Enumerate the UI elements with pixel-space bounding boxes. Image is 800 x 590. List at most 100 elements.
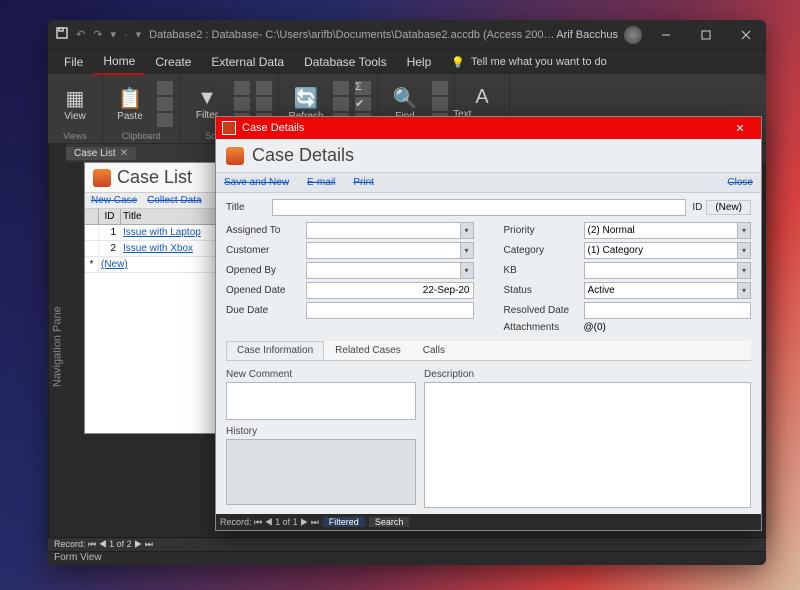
attachments-value[interactable]: @(0) bbox=[584, 322, 752, 333]
advanced-filter-icon[interactable] bbox=[256, 97, 272, 111]
qat-sep: · bbox=[124, 29, 128, 41]
details-titlebar: Case Details ✕ bbox=[216, 117, 761, 139]
collect-data-link[interactable]: Collect Data bbox=[147, 195, 201, 206]
col-id[interactable]: ID bbox=[99, 209, 121, 224]
details-statusbar: Record: ⏮ ◀ 1 of 1 ▶ ⏭ Filtered Search bbox=[216, 514, 761, 530]
category-combo[interactable]: ▾ bbox=[584, 242, 752, 259]
chevron-down-icon[interactable]: ▾ bbox=[737, 262, 751, 279]
replace-icon[interactable] bbox=[432, 81, 448, 95]
tab-external-data[interactable]: External Data bbox=[201, 50, 294, 74]
resolved-date-label: Resolved Date bbox=[504, 305, 578, 316]
filtered-chip[interactable]: Filtered bbox=[323, 517, 365, 527]
attachments-label: Attachments bbox=[504, 322, 578, 333]
access-icon bbox=[222, 121, 236, 135]
close-button[interactable] bbox=[726, 20, 766, 50]
status-label: Status bbox=[504, 285, 578, 296]
tab-case-information[interactable]: Case Information bbox=[226, 341, 324, 360]
sort-asc-icon[interactable] bbox=[234, 81, 250, 95]
qat-overflow-icon[interactable]: ▾ bbox=[136, 28, 142, 41]
form-logo-icon bbox=[93, 169, 111, 187]
resolved-date-input[interactable] bbox=[584, 302, 752, 319]
spelling-icon[interactable]: ✔ bbox=[355, 97, 371, 111]
chevron-down-icon[interactable]: ▾ bbox=[737, 222, 751, 239]
cut-icon[interactable] bbox=[157, 81, 173, 95]
paste-button[interactable]: 📋Paste bbox=[109, 79, 151, 129]
description-input[interactable] bbox=[424, 382, 751, 508]
description-label: Description bbox=[424, 369, 751, 380]
navigation-pane-toggle[interactable]: Navigation Pane bbox=[48, 144, 66, 549]
email-link[interactable]: E-mail bbox=[307, 177, 335, 188]
tab-database-tools[interactable]: Database Tools bbox=[294, 50, 397, 74]
undo-icon[interactable]: ↶ bbox=[76, 28, 85, 41]
view-button[interactable]: ▦View bbox=[54, 79, 96, 129]
sort-desc-icon[interactable] bbox=[234, 97, 250, 111]
title-input[interactable] bbox=[272, 199, 686, 216]
customer-label: Customer bbox=[226, 245, 300, 256]
format-painter-icon[interactable] bbox=[157, 113, 173, 127]
tab-calls[interactable]: Calls bbox=[412, 341, 456, 360]
case-list-title: Case List bbox=[117, 167, 192, 188]
status-combo[interactable]: ▾ bbox=[584, 282, 752, 299]
assigned-to-label: Assigned To bbox=[226, 225, 300, 236]
maximize-button[interactable] bbox=[686, 20, 726, 50]
toggle-filter-icon[interactable] bbox=[256, 81, 272, 95]
title-label: Title bbox=[226, 202, 266, 213]
totals-icon[interactable]: Σ bbox=[355, 81, 371, 95]
qat-more-icon[interactable]: ▾ bbox=[110, 28, 116, 41]
close-form-link[interactable]: Close bbox=[727, 177, 753, 188]
details-toolbar: Save and New E-mail Print Close bbox=[216, 173, 761, 193]
redo-icon[interactable]: ↷ bbox=[93, 28, 102, 41]
status-text: Form View bbox=[48, 552, 766, 563]
user-info[interactable]: Arif Bacchus bbox=[556, 26, 646, 44]
due-date-input[interactable] bbox=[306, 302, 474, 319]
form-logo-icon bbox=[226, 147, 244, 165]
chevron-down-icon[interactable]: ▾ bbox=[460, 262, 474, 279]
close-icon[interactable]: ✕ bbox=[120, 148, 128, 159]
search-chip[interactable]: Search bbox=[369, 517, 410, 527]
new-comment-input[interactable] bbox=[226, 382, 416, 420]
id-value: (New) bbox=[706, 200, 751, 215]
group-views: Views bbox=[63, 131, 87, 141]
tell-me-search[interactable]: 💡 Tell me what you want to do bbox=[451, 56, 606, 69]
tab-create[interactable]: Create bbox=[145, 50, 201, 74]
print-link[interactable]: Print bbox=[353, 177, 374, 188]
chevron-down-icon[interactable]: ▾ bbox=[460, 242, 474, 259]
record-navigator[interactable]: Record: ⏮ ◀ 1 of 1 ▶ ⏭ bbox=[220, 517, 319, 528]
chevron-down-icon[interactable]: ▾ bbox=[460, 222, 474, 239]
tab-related-cases[interactable]: Related Cases bbox=[324, 341, 412, 360]
statusbar: Record: ⏮ ◀ 1 of 2 ▶ ⏭ Form View bbox=[48, 537, 766, 565]
tab-file[interactable]: File bbox=[54, 50, 93, 74]
details-heading: Case Details bbox=[252, 145, 354, 166]
kb-combo[interactable]: ▾ bbox=[584, 262, 752, 279]
save-icon[interactable] bbox=[56, 27, 68, 42]
id-label: ID bbox=[692, 202, 702, 213]
save-record-icon[interactable] bbox=[333, 97, 349, 111]
tab-help[interactable]: Help bbox=[397, 50, 442, 74]
due-date-label: Due Date bbox=[226, 305, 300, 316]
details-tabs: Case Information Related Cases Calls bbox=[226, 341, 751, 361]
record-navigator[interactable]: Record: ⏮ ◀ 1 of 2 ▶ ⏭ bbox=[48, 538, 766, 552]
assigned-to-combo[interactable]: ▾ bbox=[306, 222, 474, 239]
chevron-down-icon[interactable]: ▾ bbox=[737, 282, 751, 299]
copy-icon[interactable] bbox=[157, 97, 173, 111]
chevron-down-icon[interactable]: ▾ bbox=[737, 242, 751, 259]
tell-me-label: Tell me what you want to do bbox=[471, 56, 607, 68]
app-title: Database2 : Database- C:\Users\arifb\Doc… bbox=[149, 29, 556, 41]
close-button[interactable]: ✕ bbox=[725, 122, 755, 135]
new-record-icon[interactable] bbox=[333, 81, 349, 95]
doc-tab-case-list[interactable]: Case List✕ bbox=[66, 147, 136, 160]
new-comment-label: New Comment bbox=[226, 369, 416, 380]
kb-label: KB bbox=[504, 265, 578, 276]
customer-combo[interactable]: ▾ bbox=[306, 242, 474, 259]
details-window-title: Case Details bbox=[242, 122, 304, 134]
save-and-new-link[interactable]: Save and New bbox=[224, 177, 289, 188]
history-box bbox=[226, 439, 416, 505]
priority-combo[interactable]: ▾ bbox=[584, 222, 752, 239]
tab-home[interactable]: Home bbox=[93, 49, 145, 75]
titlebar: ↶ ↷ ▾ · ▾ Database2 : Database- C:\Users… bbox=[48, 20, 766, 50]
goto-icon[interactable] bbox=[432, 97, 448, 111]
opened-by-combo[interactable]: ▾ bbox=[306, 262, 474, 279]
new-case-link[interactable]: New Case bbox=[91, 195, 137, 206]
minimize-button[interactable] bbox=[646, 20, 686, 50]
opened-date-input[interactable] bbox=[306, 282, 474, 299]
